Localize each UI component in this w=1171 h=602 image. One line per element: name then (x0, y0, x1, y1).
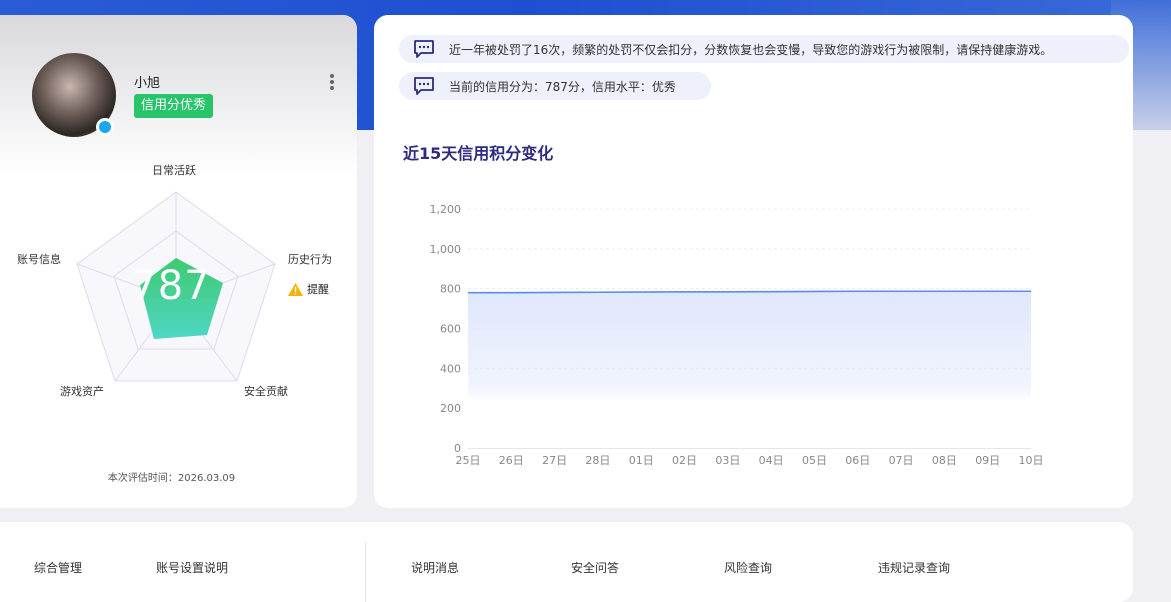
credit-trend-chart: 02004006008001,0001,20025日26日27日28日01日02… (374, 180, 1133, 480)
x-tick-label: 25日 (456, 454, 481, 467)
radar-label-account: 账号信息 (17, 251, 61, 267)
x-tick-label: 10日 (1019, 454, 1044, 467)
message-icon (413, 77, 435, 95)
evaluation-time: 本次评估时间：2026.03.09 (0, 469, 357, 484)
x-tick-label: 01日 (629, 454, 654, 467)
x-tick-label: 28日 (585, 454, 610, 467)
x-tick-label: 26日 (499, 454, 524, 467)
y-tick-label: 800 (440, 283, 461, 296)
credit-profile-card: 小旭 信用分优秀 787 日常活跃 历史行为 提醒 安全贡献 游戏资产 账号信息… (0, 15, 357, 508)
y-tick-label: 600 (440, 323, 461, 336)
bottom-tab[interactable]: 安全问答 (571, 559, 619, 576)
penalty-notice-text: 近一年被处罚了16次，频繁的处罚不仅会扣分，分数恢复也会变慢，导致您的游戏行为被… (449, 41, 1052, 58)
message-icon (413, 40, 435, 58)
y-tick-label: 200 (440, 402, 461, 415)
radar-label-daily: 日常活跃 (152, 162, 196, 178)
credit-trend-card: 近一年被处罚了16次，频繁的处罚不仅会扣分，分数恢复也会变慢，导致您的游戏行为被… (374, 15, 1133, 508)
score-notice-text: 当前的信用分为：787分，信用水平：优秀 (449, 78, 676, 95)
score-notice: 当前的信用分为：787分，信用水平：优秀 (399, 72, 711, 100)
x-tick-label: 05日 (802, 454, 827, 467)
y-tick-label: 1,000 (430, 243, 462, 256)
bottom-tab[interactable]: 账号设置说明 (156, 559, 228, 576)
penalty-notice: 近一年被处罚了16次，频繁的处罚不仅会扣分，分数恢复也会变慢，导致您的游戏行为被… (399, 35, 1129, 63)
bottom-panel: 综合管理 账号设置说明 说明消息 安全问答 风险查询 违规记录查询 (0, 522, 1133, 602)
bottom-tabs: 综合管理 账号设置说明 说明消息 安全问答 风险查询 违规记录查询 (0, 559, 1133, 579)
y-tick-label: 1,200 (430, 203, 462, 216)
x-tick-label: 08日 (932, 454, 957, 467)
bottom-tab[interactable]: 违规记录查询 (878, 559, 950, 576)
chart-title: 近15天信用积分变化 (403, 140, 553, 164)
bottom-tab[interactable]: 风险查询 (724, 559, 772, 576)
x-tick-label: 03日 (715, 454, 740, 467)
radar-label-assets: 游戏资产 (60, 383, 104, 399)
score-area (468, 291, 1031, 448)
x-tick-label: 04日 (759, 454, 784, 467)
history-warning[interactable]: 提醒 (288, 281, 329, 297)
x-tick-label: 09日 (975, 454, 1000, 467)
warning-label: 提醒 (307, 281, 329, 297)
x-tick-label: 06日 (845, 454, 870, 467)
bottom-tab[interactable]: 说明消息 (411, 559, 459, 576)
bottom-tab[interactable]: 综合管理 (34, 559, 82, 576)
radar-label-history: 历史行为 (288, 251, 332, 267)
x-tick-label: 02日 (672, 454, 697, 467)
credit-score-value: 787 (116, 263, 226, 309)
y-tick-label: 400 (440, 362, 461, 375)
x-tick-label: 27日 (542, 454, 567, 467)
radar-label-security: 安全贡献 (244, 383, 288, 399)
x-tick-label: 07日 (889, 454, 914, 467)
warning-icon (288, 283, 303, 296)
